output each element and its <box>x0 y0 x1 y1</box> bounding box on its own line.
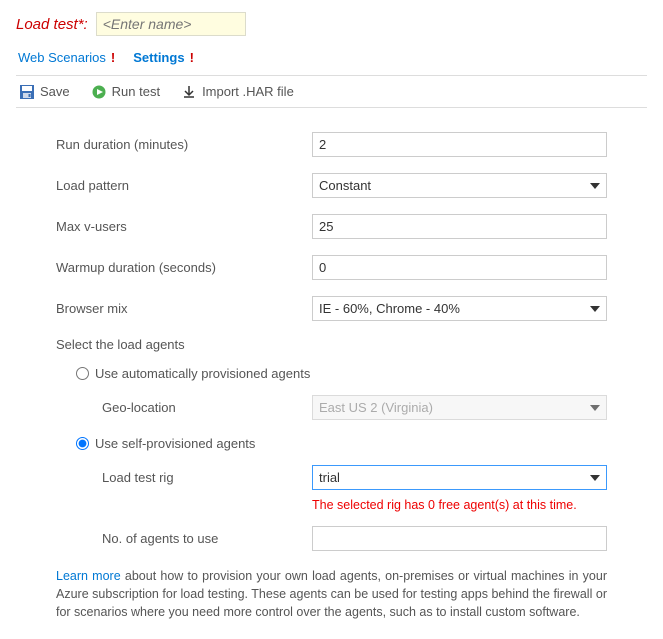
settings-form: Run duration (minutes) Load pattern Cons… <box>16 132 647 621</box>
radio-auto-agents-input[interactable] <box>76 367 89 380</box>
rig-warning-text: The selected rig has 0 free agent(s) at … <box>312 498 607 512</box>
row-warmup: Warmup duration (seconds) <box>56 255 607 280</box>
error-icon: ! <box>111 50 115 65</box>
run-test-button[interactable]: Run test <box>92 84 160 99</box>
tab-label: Settings <box>133 50 184 65</box>
num-agents-input[interactable] <box>312 526 607 551</box>
radio-auto-agents-label: Use automatically provisioned agents <box>95 366 310 381</box>
row-load-pattern: Load pattern Constant <box>56 173 607 198</box>
download-icon <box>182 85 196 99</box>
max-vusers-input[interactable] <box>312 214 607 239</box>
label-select-agents: Select the load agents <box>56 337 607 352</box>
title-row: Load test*: <box>16 12 647 36</box>
row-geo-location: Geo-location East US 2 (Virginia) <box>102 395 607 420</box>
warmup-input[interactable] <box>312 255 607 280</box>
save-button[interactable]: Save <box>20 84 70 99</box>
row-run-duration: Run duration (minutes) <box>56 132 607 157</box>
run-duration-input[interactable] <box>312 132 607 157</box>
browser-mix-select[interactable]: IE - 60%, Chrome - 40% <box>312 296 607 321</box>
label-max-vusers: Max v-users <box>56 219 312 234</box>
footer-body: about how to provision your own load age… <box>56 569 607 619</box>
run-label: Run test <box>112 84 160 99</box>
label-run-duration: Run duration (minutes) <box>56 137 312 152</box>
page-title: Load test*: <box>16 16 88 33</box>
save-label: Save <box>40 84 70 99</box>
radio-self-agents-label: Use self-provisioned agents <box>95 436 255 451</box>
row-browser-mix: Browser mix IE - 60%, Chrome - 40% <box>56 296 607 321</box>
import-har-button[interactable]: Import .HAR file <box>182 84 294 99</box>
label-num-agents: No. of agents to use <box>102 531 312 546</box>
label-geo: Geo-location <box>102 400 312 415</box>
tab-settings[interactable]: Settings ! <box>133 50 194 65</box>
label-rig: Load test rig <box>102 470 312 485</box>
tabs: Web Scenarios ! Settings ! <box>16 50 647 65</box>
radio-auto-agents[interactable]: Use automatically provisioned agents <box>76 366 607 381</box>
tab-label: Web Scenarios <box>18 50 106 65</box>
label-warmup: Warmup duration (seconds) <box>56 260 312 275</box>
test-name-input[interactable] <box>96 12 246 36</box>
import-label: Import .HAR file <box>202 84 294 99</box>
error-icon: ! <box>190 50 194 65</box>
row-load-test-rig: Load test rig trial <box>102 465 607 490</box>
save-icon <box>20 85 34 99</box>
radio-self-agents-input[interactable] <box>76 437 89 450</box>
play-icon <box>92 85 106 99</box>
footer-text: Learn more about how to provision your o… <box>56 567 607 621</box>
row-max-vusers: Max v-users <box>56 214 607 239</box>
row-num-agents: No. of agents to use <box>102 526 607 551</box>
load-test-rig-select[interactable]: trial <box>312 465 607 490</box>
geo-location-select: East US 2 (Virginia) <box>312 395 607 420</box>
label-browser-mix: Browser mix <box>56 301 312 316</box>
learn-more-link[interactable]: Learn more <box>56 569 121 583</box>
toolbar: Save Run test Import .HAR file <box>16 75 647 108</box>
tab-web-scenarios[interactable]: Web Scenarios ! <box>18 50 115 65</box>
label-load-pattern: Load pattern <box>56 178 312 193</box>
radio-self-agents[interactable]: Use self-provisioned agents <box>76 436 607 451</box>
load-pattern-select[interactable]: Constant <box>312 173 607 198</box>
